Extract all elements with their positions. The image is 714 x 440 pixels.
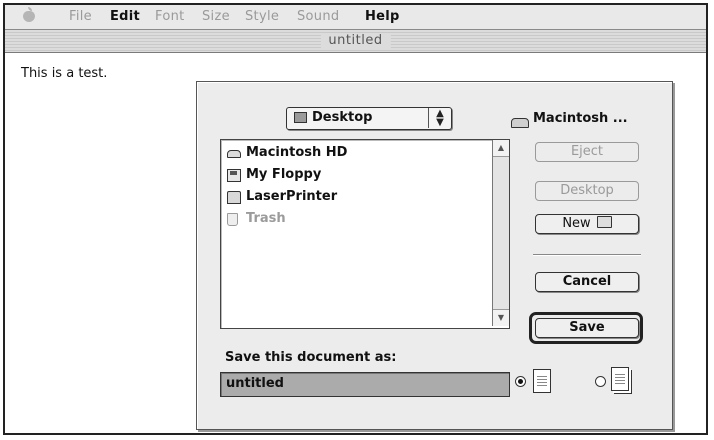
screen: File Edit Font Size Style Sound Help unt… — [3, 3, 708, 435]
popup-arrows-icon: ▲ ▼ — [428, 108, 451, 128]
menu-sound[interactable]: Sound — [297, 9, 339, 24]
scrollbar[interactable]: ▲ ▼ — [492, 140, 509, 326]
location-popup[interactable]: Desktop ▲ ▼ — [286, 107, 452, 130]
save-dialog: Desktop ▲ ▼ Macintosh ... Macintosh HD My… — [196, 81, 673, 430]
apple-icon[interactable] — [23, 7, 35, 22]
file-list[interactable]: Macintosh HD My Floppy LaserPrinter Tras… — [220, 139, 510, 329]
document-text[interactable]: This is a test. — [21, 66, 107, 81]
location-popup-label: Desktop — [312, 110, 373, 125]
list-item-label: Macintosh HD — [246, 145, 348, 160]
stationery-icon — [611, 367, 629, 391]
list-item-label: My Floppy — [246, 167, 322, 182]
save-prompt-label: Save this document as: — [225, 350, 397, 365]
new-folder-button-label: New — [562, 216, 591, 231]
eject-button[interactable]: Eject — [535, 142, 639, 162]
filename-value: untitled — [226, 376, 284, 391]
folder-icon — [596, 216, 612, 228]
document-icon — [533, 369, 551, 393]
new-folder-button[interactable]: New — [535, 214, 639, 234]
desktop-button[interactable]: Desktop — [535, 181, 639, 201]
window-title: untitled — [320, 33, 391, 48]
save-button[interactable]: Save — [535, 318, 639, 338]
menu-help[interactable]: Help — [365, 9, 400, 24]
desktop-icon — [294, 112, 307, 123]
divider — [533, 254, 641, 256]
floppy-icon — [227, 169, 241, 182]
scroll-up-arrow-icon[interactable]: ▲ — [493, 140, 509, 157]
hard-disk-icon — [511, 118, 529, 128]
list-item-label: LaserPrinter — [246, 189, 338, 204]
menu-style[interactable]: Style — [245, 9, 279, 24]
menu-file[interactable]: File — [69, 9, 92, 24]
window-title-bar[interactable]: untitled — [5, 30, 706, 53]
trash-icon — [227, 213, 238, 226]
filename-field[interactable]: untitled — [220, 372, 510, 397]
cancel-button[interactable]: Cancel — [535, 272, 639, 292]
volume-label: Macintosh ... — [533, 111, 628, 126]
list-item-label: Trash — [246, 211, 286, 226]
menu-font[interactable]: Font — [155, 9, 185, 24]
document-format-radio[interactable] — [515, 376, 526, 387]
scroll-down-arrow-icon[interactable]: ▼ — [493, 309, 509, 326]
hard-disk-icon — [227, 150, 241, 158]
menu-bar: File Edit Font Size Style Sound Help — [5, 5, 706, 30]
menu-edit[interactable]: Edit — [110, 9, 140, 24]
stationery-format-radio[interactable] — [595, 376, 606, 387]
menu-size[interactable]: Size — [202, 9, 230, 24]
printer-folder-icon — [227, 191, 241, 204]
